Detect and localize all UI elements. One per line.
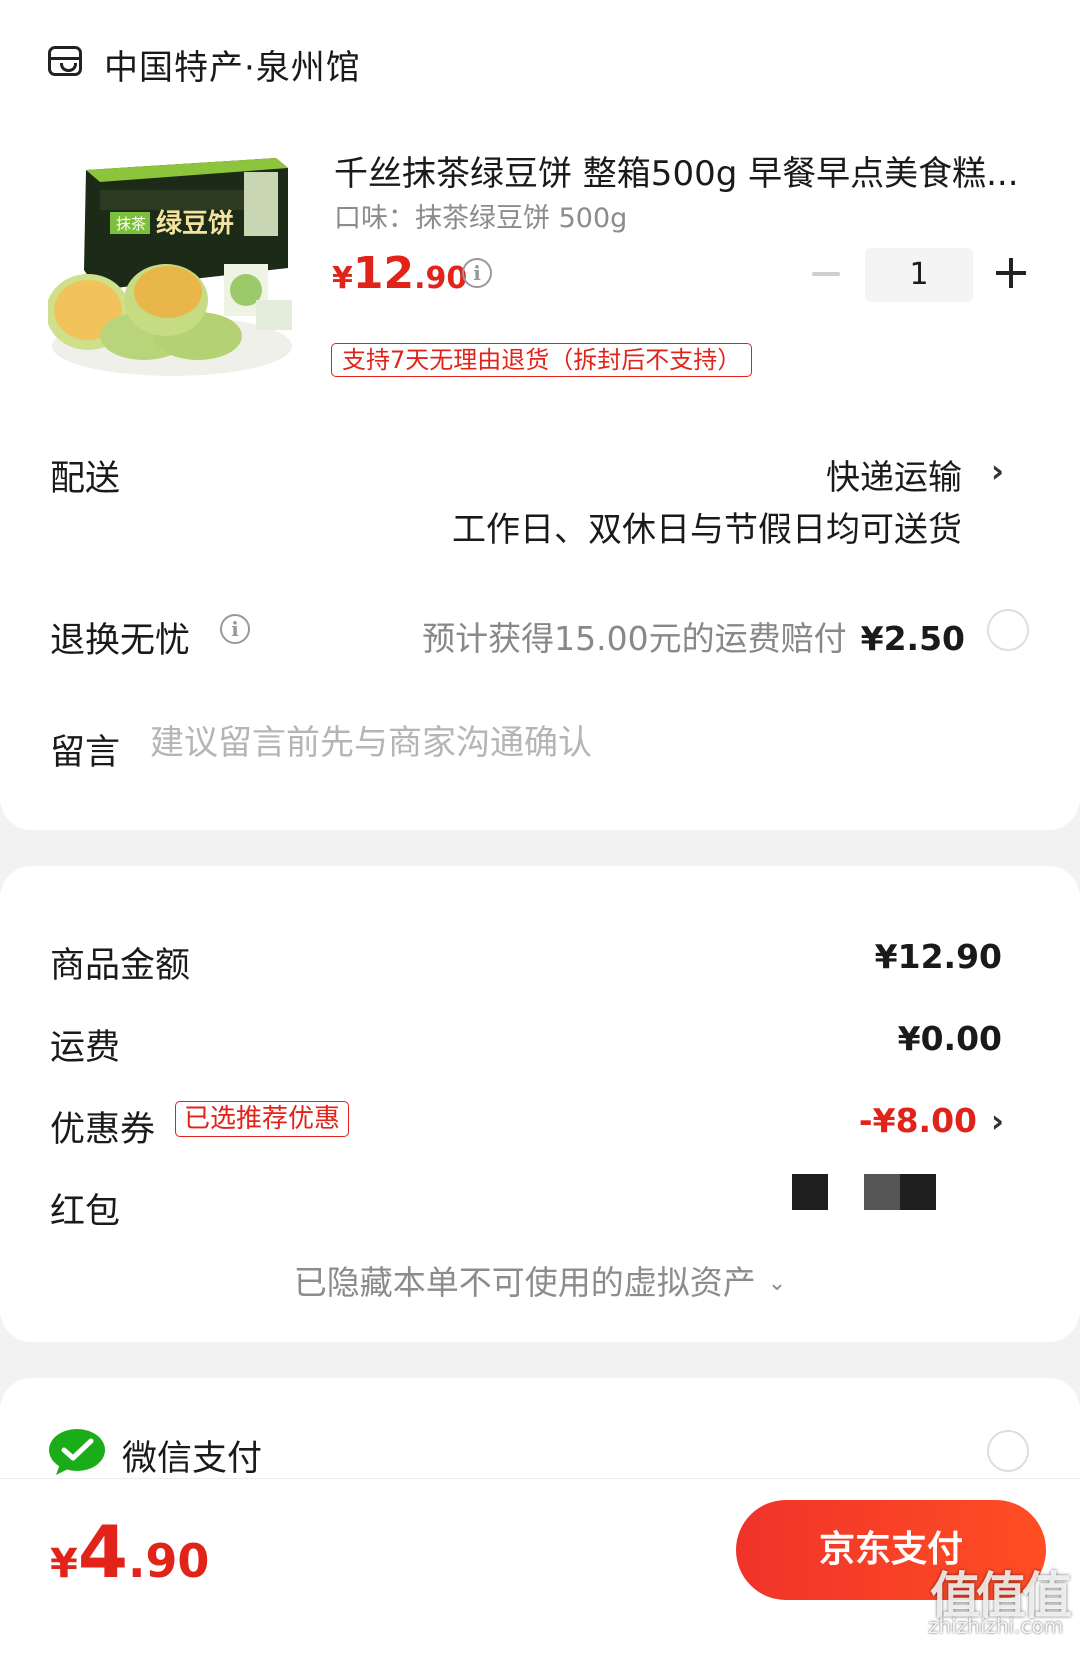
hidden-assets-toggle[interactable]: 已隐藏本单不可使用的虚拟资产 ⌄ bbox=[0, 1256, 1080, 1304]
shop-name[interactable]: 中国特产·泉州馆 bbox=[104, 40, 361, 89]
obscured-block bbox=[792, 1174, 828, 1210]
price-info-icon[interactable]: i bbox=[462, 258, 492, 288]
total-integer: 4 bbox=[77, 1510, 128, 1594]
return-worry-info-icon[interactable]: i bbox=[220, 614, 250, 644]
increase-quantity-button[interactable] bbox=[996, 258, 1026, 288]
goods-amount-value: ¥12.90 bbox=[874, 937, 1002, 976]
decrease-quantity-button[interactable] bbox=[812, 272, 840, 276]
wechat-pay-icon bbox=[49, 1429, 105, 1475]
hidden-assets-text: 已隐藏本单不可使用的虚拟资产 bbox=[293, 1263, 756, 1302]
quantity-value[interactable]: 1 bbox=[865, 248, 973, 302]
message-input[interactable] bbox=[150, 720, 970, 766]
shipping-label: 运费 bbox=[50, 1028, 121, 1068]
product-spec[interactable]: 口味：抹茶绿豆饼 500g bbox=[334, 196, 627, 235]
delivery-schedule[interactable]: 工作日、双休日与节假日均可送货 bbox=[452, 502, 962, 551]
svg-text:绿豆饼: 绿豆饼 bbox=[156, 209, 234, 239]
coupon-label: 优惠券 bbox=[50, 1110, 156, 1150]
product-image[interactable]: 抹茶 绿豆饼 bbox=[48, 150, 296, 382]
chevron-right-icon[interactable]: › bbox=[991, 1102, 1004, 1140]
store-icon bbox=[48, 46, 82, 76]
return-worry-radio[interactable] bbox=[987, 609, 1029, 651]
total-decimal: .90 bbox=[127, 1534, 210, 1588]
obscured-block bbox=[864, 1174, 900, 1210]
shipping-value: ¥0.00 bbox=[897, 1019, 1002, 1058]
return-worry-label: 退换无忧 bbox=[50, 621, 191, 661]
total-price: ¥4.90 bbox=[50, 1510, 209, 1594]
product-price: ¥12.90 bbox=[332, 248, 467, 299]
return-worry-desc-text: 预计获得15.00元的运费赔付 bbox=[422, 619, 847, 658]
goods-amount-label: 商品金额 bbox=[50, 946, 191, 986]
obscured-block bbox=[900, 1174, 936, 1210]
chevron-right-icon[interactable]: › bbox=[991, 452, 1004, 490]
total-symbol: ¥ bbox=[50, 1541, 78, 1587]
return-worry-description: 预计获得15.00元的运费赔付 ¥2.50 bbox=[422, 612, 965, 660]
delivery-label: 配送 bbox=[50, 459, 121, 499]
price-decimal: .90 bbox=[414, 261, 468, 296]
svg-text:抹茶: 抹茶 bbox=[116, 215, 146, 233]
return-policy-tag: 支持7天无理由退货（拆封后不支持） bbox=[331, 343, 753, 377]
price-symbol: ¥ bbox=[332, 261, 353, 296]
order-card bbox=[0, 0, 1080, 830]
message-label: 留言 bbox=[50, 733, 121, 773]
coupon-value[interactable]: -¥8.00 bbox=[859, 1101, 977, 1140]
wechat-pay-label[interactable]: 微信支付 bbox=[122, 1430, 262, 1481]
coupon-tag: 已选推荐优惠 bbox=[175, 1101, 350, 1137]
chevron-down-icon: ⌄ bbox=[767, 1271, 787, 1296]
return-worry-price: ¥2.50 bbox=[860, 619, 965, 658]
price-integer: 12 bbox=[352, 248, 415, 299]
red-packet-label: 红包 bbox=[50, 1192, 121, 1232]
watermark-url: zhizhizhi.com bbox=[928, 1614, 1064, 1638]
delivery-method[interactable]: 快递运输 bbox=[826, 450, 962, 499]
product-title[interactable]: 千丝抹茶绿豆饼 整箱500g 早餐早点美食糕... bbox=[334, 146, 1034, 195]
wechat-pay-radio[interactable] bbox=[987, 1430, 1029, 1472]
